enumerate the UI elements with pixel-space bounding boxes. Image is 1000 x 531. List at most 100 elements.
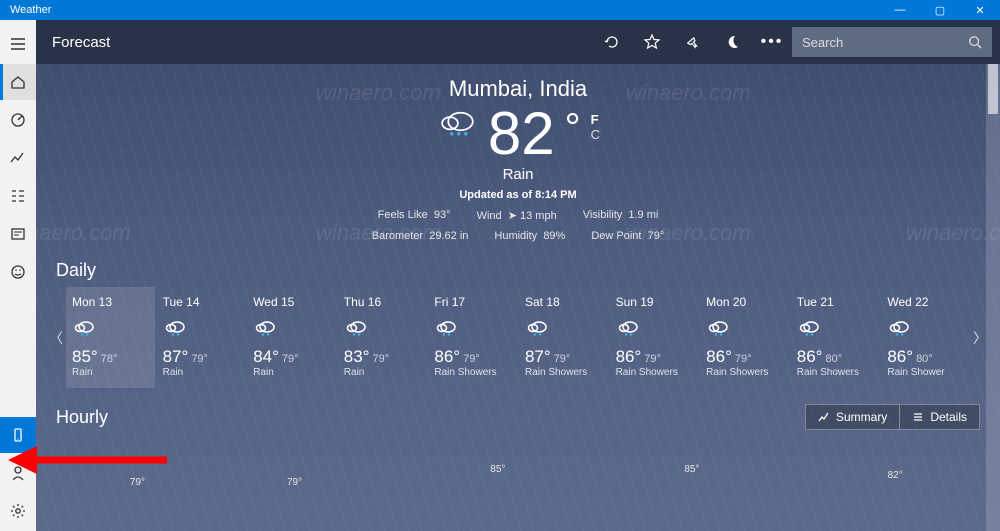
day-high: 87° xyxy=(525,347,551,366)
daily-day[interactable]: Mon 2086°79°Rain Showers xyxy=(700,287,789,388)
page-title: Forecast xyxy=(52,34,110,51)
day-condition: Rain xyxy=(344,367,421,378)
day-condition: Rain Showers xyxy=(616,367,693,378)
daily-day[interactable]: Wed 2286°80°Rain Shower xyxy=(881,287,970,388)
daily-day[interactable]: Fri 1786°79°Rain Showers xyxy=(428,287,517,388)
weather-rain-icon xyxy=(436,104,478,146)
day-condition: Rain xyxy=(253,367,330,378)
scrollbar-thumb[interactable] xyxy=(988,64,998,114)
list-icon xyxy=(10,188,26,204)
minimize-button[interactable]: — xyxy=(880,4,920,16)
sidebar-item-settings[interactable] xyxy=(0,493,36,529)
day-high: 85° xyxy=(72,347,98,366)
day-name: Sun 19 xyxy=(616,295,693,309)
star-icon xyxy=(644,34,660,50)
day-name: Tue 14 xyxy=(163,295,240,309)
day-high: 86° xyxy=(706,347,732,366)
weather-rain-icon xyxy=(525,317,549,341)
header: Forecast ••• Search xyxy=(36,20,1000,64)
details-button[interactable]: Details xyxy=(900,404,980,430)
weather-rain-icon xyxy=(344,317,368,341)
day-low: 79° xyxy=(191,353,208,365)
day-name: Fri 17 xyxy=(434,295,511,309)
night-toggle-button[interactable] xyxy=(712,22,752,62)
day-low: 79° xyxy=(554,353,571,365)
daily-forecast: 〈 Mon 1385°78°RainTue 1487°79°RainWed 15… xyxy=(36,287,1000,388)
unit-c[interactable]: C xyxy=(591,127,600,142)
day-condition: Rain Shower xyxy=(887,367,964,378)
refresh-button[interactable] xyxy=(592,22,632,62)
hourly-point-label: 85° xyxy=(490,464,505,475)
pin-button[interactable] xyxy=(672,22,712,62)
sidebar-item-account[interactable] xyxy=(0,455,36,491)
daily-prev-button[interactable]: 〈 xyxy=(46,287,66,388)
daily-list: Mon 1385°78°RainTue 1487°79°RainWed 1584… xyxy=(66,287,970,388)
daily-day[interactable]: Mon 1385°78°Rain xyxy=(66,287,155,388)
weather-rain-icon xyxy=(72,317,96,341)
sidebar-item-favorites[interactable] xyxy=(0,178,36,214)
day-low: 79° xyxy=(735,353,752,365)
day-low: 79° xyxy=(644,353,661,365)
stats-row-1: Feels Like 93° Wind ➤ 13 mph Visibility … xyxy=(36,209,1000,222)
day-name: Mon 13 xyxy=(72,295,149,309)
weather-rain-icon xyxy=(434,317,458,341)
day-high: 86° xyxy=(797,347,823,366)
day-name: Tue 21 xyxy=(797,295,874,309)
sidebar-item-feedback[interactable] xyxy=(0,254,36,290)
sidebar-item-historical[interactable] xyxy=(0,140,36,176)
day-condition: Rain Showers xyxy=(434,367,511,378)
search-input[interactable]: Search xyxy=(792,27,992,57)
maximize-button[interactable]: ▢ xyxy=(920,4,960,17)
hamburger-menu-button[interactable] xyxy=(0,26,36,62)
sidebar-item-maps[interactable] xyxy=(0,102,36,138)
unit-f[interactable]: F xyxy=(591,112,600,127)
day-low: 80° xyxy=(825,353,842,365)
daily-day[interactable]: Sun 19 86°79° Rain Showers xyxy=(610,287,699,388)
weather-rain-icon xyxy=(253,317,277,341)
hourly-section-title: Hourly xyxy=(56,407,108,428)
sidebar-item-tips[interactable] xyxy=(0,417,36,453)
day-name: Wed 15 xyxy=(253,295,330,309)
day-high: 86° xyxy=(616,347,642,366)
day-low: 80° xyxy=(916,353,933,365)
day-condition: Rain Showers xyxy=(797,367,874,378)
app-body: winaero.com winaero.com winaero.com wina… xyxy=(0,20,1000,531)
day-condition: Rain Showers xyxy=(706,367,783,378)
search-placeholder: Search xyxy=(802,35,843,50)
close-button[interactable]: ✕ xyxy=(960,4,1000,17)
moon-icon xyxy=(724,34,740,50)
day-name: Thu 16 xyxy=(344,295,421,309)
day-high: 87° xyxy=(163,347,189,366)
day-condition: Rain xyxy=(163,367,240,378)
more-button[interactable]: ••• xyxy=(752,22,792,62)
window-title: Weather xyxy=(10,4,51,16)
hourly-point-label: 82° xyxy=(888,470,903,481)
day-name: Wed 22 xyxy=(887,295,964,309)
hourly-point-label: 79° xyxy=(130,477,145,488)
ellipsis-icon: ••• xyxy=(761,33,784,51)
daily-day[interactable]: Tue 14 87°79° Rain xyxy=(157,287,246,388)
person-icon xyxy=(10,465,26,481)
sidebar-item-news[interactable] xyxy=(0,216,36,252)
sidebar-item-forecast[interactable] xyxy=(0,64,36,100)
chart-icon xyxy=(818,411,830,423)
search-icon xyxy=(968,35,982,49)
hourly-view-toggle: Summary Details xyxy=(805,404,980,430)
vertical-scrollbar[interactable] xyxy=(986,64,1000,531)
titlebar: Weather — ▢ ✕ xyxy=(0,0,1000,20)
favorite-button[interactable] xyxy=(632,22,672,62)
unit-toggle[interactable]: F C xyxy=(591,112,600,142)
daily-day[interactable]: Wed 1584°79°Rain xyxy=(247,287,336,388)
current-condition: Rain xyxy=(36,166,1000,183)
list-details-icon xyxy=(912,411,924,423)
daily-day[interactable]: Sat 1887°79°Rain Showers xyxy=(519,287,608,388)
summary-button[interactable]: Summary xyxy=(805,404,900,430)
day-low: 79° xyxy=(373,353,390,365)
day-condition: Rain xyxy=(72,367,149,378)
smile-icon xyxy=(10,264,26,280)
hourly-header: Hourly Summary Details xyxy=(56,404,980,430)
radar-icon xyxy=(10,112,26,128)
current-temp: 82 xyxy=(488,104,555,164)
daily-day[interactable]: Thu 1683°79°Rain xyxy=(338,287,427,388)
daily-day[interactable]: Tue 21 86°80° Rain Showers xyxy=(791,287,880,388)
